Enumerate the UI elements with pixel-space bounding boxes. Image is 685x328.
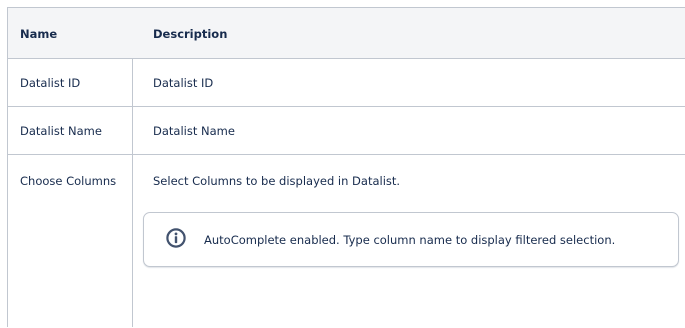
row-name-cell: Datalist ID: [20, 76, 81, 90]
row-description-cell: Datalist ID: [153, 76, 214, 90]
table-row: Datalist ID Datalist ID: [8, 59, 685, 107]
table-row: Choose Columns Select Columns to be disp…: [8, 155, 685, 328]
table-row: Datalist Name Datalist Name: [8, 107, 685, 155]
header-description: Description: [153, 27, 228, 41]
header-name: Name: [20, 27, 58, 41]
properties-table: Name Description Datalist ID Datalist ID…: [7, 7, 685, 327]
table-header-row: Name Description: [8, 8, 685, 59]
row-name-cell: Datalist Name: [20, 124, 102, 138]
info-panel: AutoComplete enabled. Type column name t…: [143, 212, 679, 267]
info-panel-text: AutoComplete enabled. Type column name t…: [204, 233, 616, 247]
info-icon: [166, 228, 186, 248]
row-description-cell: Select Columns to be displayed in Datali…: [153, 174, 401, 188]
row-name-cell: Choose Columns: [20, 174, 117, 188]
row-description-cell: Datalist Name: [153, 124, 235, 138]
